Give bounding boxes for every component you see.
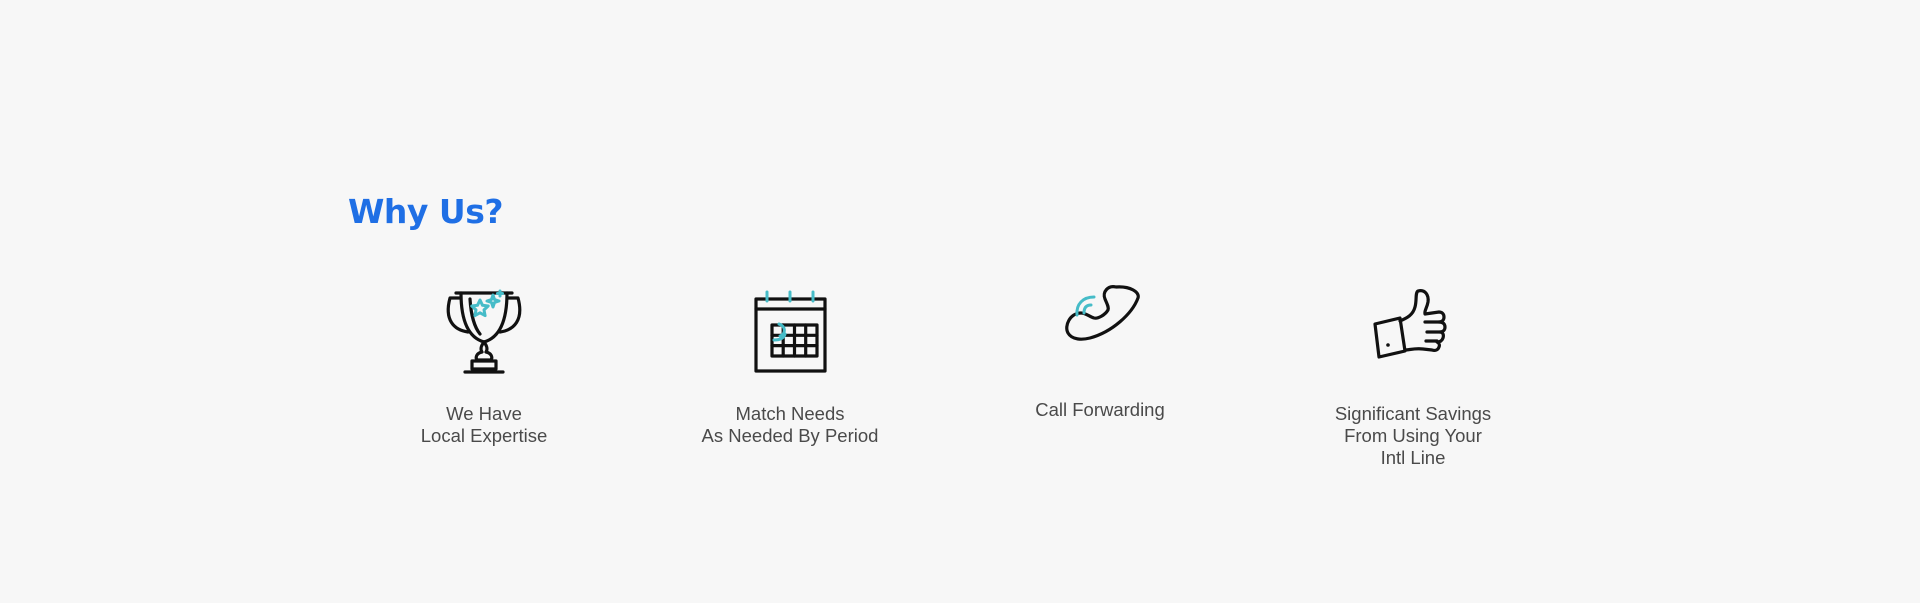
section-title: Why Us?	[348, 192, 503, 231]
feature-caption: Match Needs As Needed By Period	[701, 403, 879, 446]
feature-caption: Call Forwarding	[1035, 399, 1165, 420]
thumbs-up-icon	[1363, 280, 1463, 380]
trophy-icon	[434, 280, 534, 380]
feature-caption: We Have Local Expertise	[420, 403, 548, 446]
calendar-icon	[740, 280, 840, 380]
feature-caption: Significant Savings From Using Your Intl…	[1334, 403, 1492, 468]
phone-icon	[1050, 280, 1150, 380]
